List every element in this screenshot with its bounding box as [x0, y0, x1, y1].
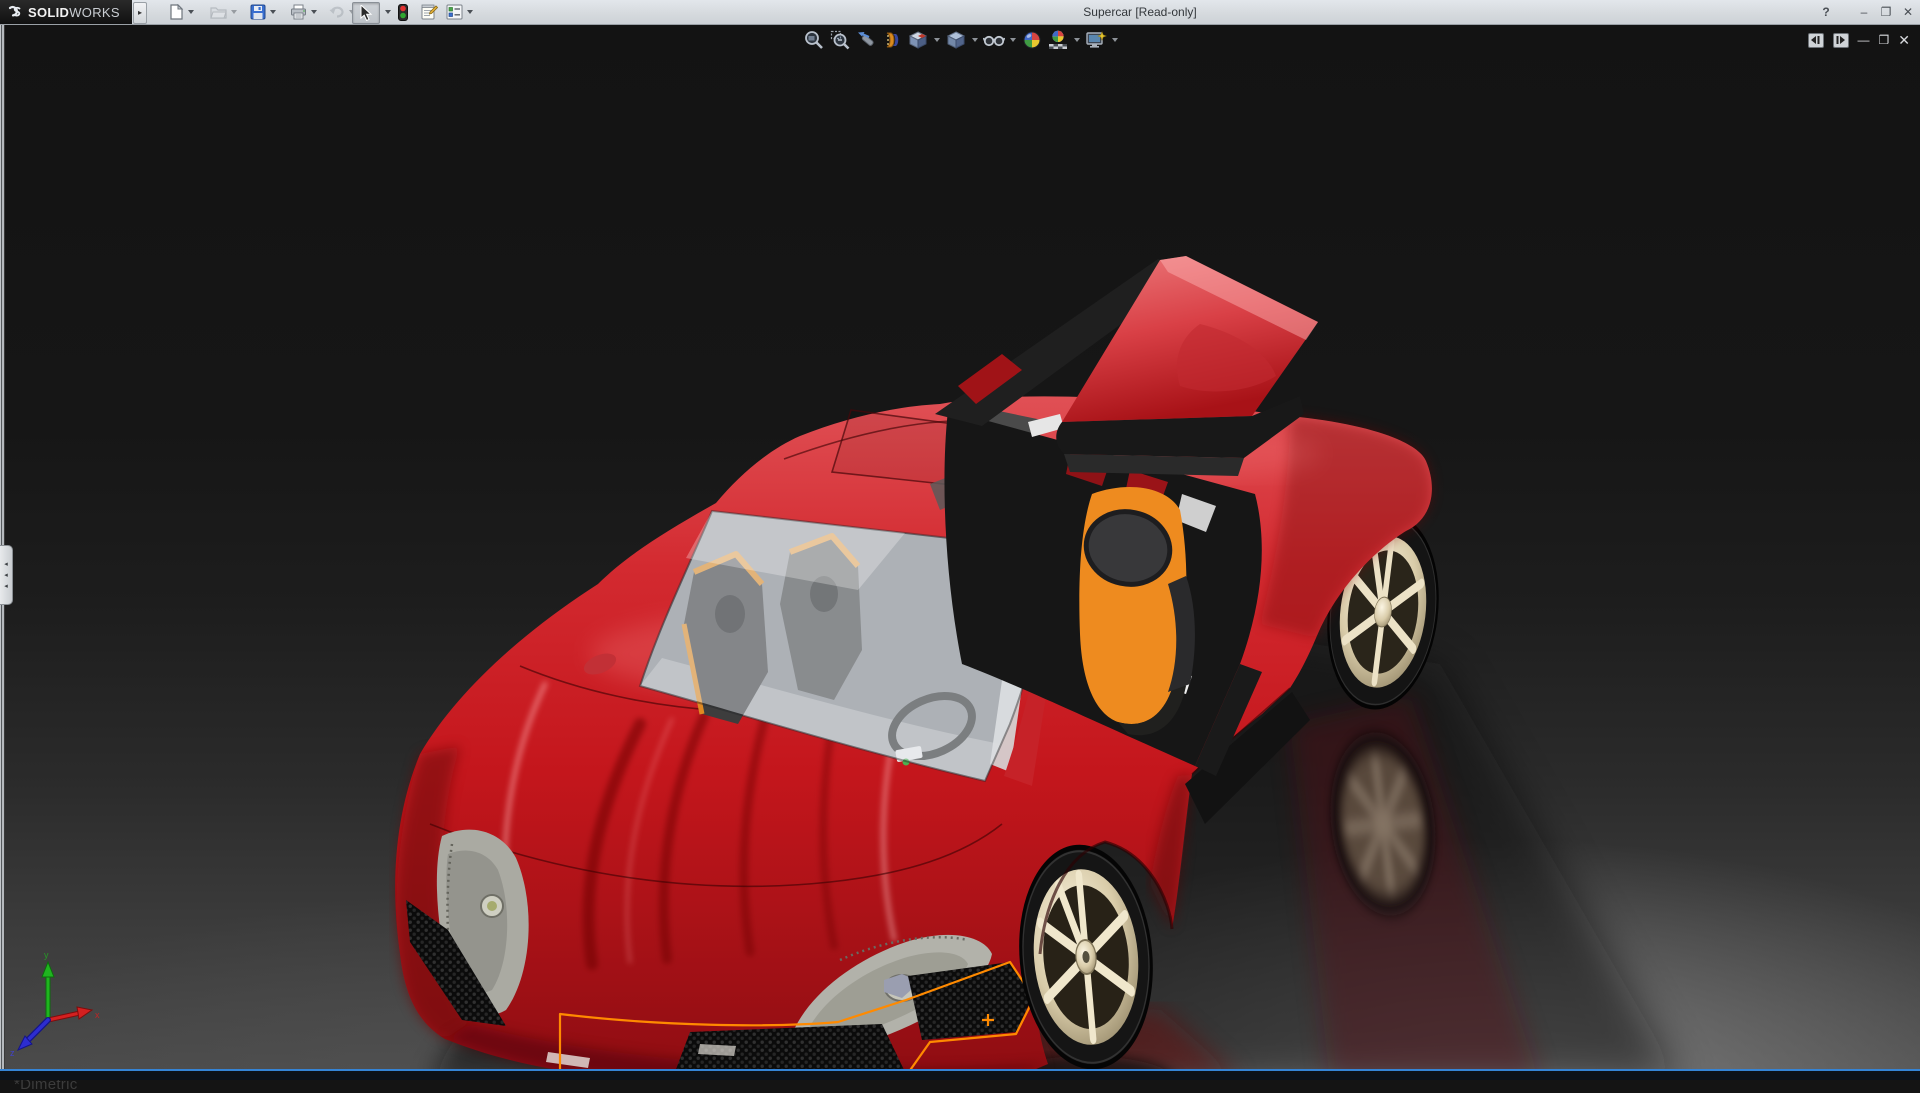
- solidworks-logo: SOLIDWORKS: [0, 0, 132, 24]
- zoom-to-area-icon: [830, 30, 850, 50]
- pane-right-icon: [1836, 36, 1845, 44]
- open-folder-icon: [210, 4, 227, 20]
- undo-button[interactable]: [328, 2, 355, 22]
- file-properties-icon: [420, 4, 438, 20]
- 3ds-logo-icon: [6, 3, 24, 21]
- window-title: Supercar [Read-only]: [1020, 0, 1260, 24]
- svg-text:x: x: [95, 1010, 100, 1020]
- restore-button[interactable]: ❐: [1876, 0, 1896, 24]
- edit-appearance-icon: [1022, 30, 1042, 50]
- svg-text:z: z: [10, 1048, 15, 1058]
- view-orientation-dropdown[interactable]: [932, 28, 942, 52]
- heads-up-view-toolbar: [802, 27, 1120, 53]
- view-orientation-button[interactable]: [906, 28, 930, 52]
- brand-text-solid: SOLID: [28, 5, 69, 20]
- dropdown-arrow-icon[interactable]: [311, 10, 317, 14]
- section-view-icon: [882, 30, 902, 50]
- dropdown-arrow-icon[interactable]: [270, 10, 276, 14]
- select-cursor-icon: [360, 5, 373, 21]
- menu-flyout-button[interactable]: ▸: [133, 2, 147, 24]
- view-settings-icon: [1085, 30, 1107, 50]
- dropdown-arrow-icon[interactable]: [467, 10, 473, 14]
- hide-show-items-dropdown[interactable]: [1008, 28, 1018, 52]
- hide-show-items-icon: [983, 30, 1005, 50]
- section-view-button[interactable]: [880, 28, 904, 52]
- close-button[interactable]: ✕: [1898, 0, 1918, 24]
- previous-view-button[interactable]: [854, 28, 878, 52]
- dropdown-arrow-icon[interactable]: [188, 10, 194, 14]
- open-button[interactable]: [210, 2, 237, 22]
- select-tool-dropdown[interactable]: [381, 2, 391, 22]
- brand-text-works: WORKS: [69, 5, 120, 20]
- previous-view-icon: [856, 30, 876, 50]
- save-button[interactable]: [250, 2, 276, 22]
- apply-scene-icon: [1047, 30, 1069, 50]
- options-button[interactable]: [446, 2, 473, 22]
- apply-scene-dropdown[interactable]: [1072, 28, 1082, 52]
- help-button[interactable]: ?: [1816, 0, 1836, 24]
- rebuild-traffic-light-icon: [398, 4, 408, 21]
- print-button[interactable]: [290, 2, 317, 22]
- pane-left-icon: [1811, 36, 1820, 44]
- doc-close-button[interactable]: ✕: [1898, 31, 1910, 49]
- view-orientation-icon: [908, 30, 928, 50]
- collapse-left-pane-button[interactable]: [1808, 33, 1824, 48]
- display-style-button[interactable]: [944, 28, 968, 52]
- orientation-triad: x y z: [10, 950, 100, 1058]
- doorway-seat: [1079, 487, 1195, 735]
- help-dropdown[interactable]: [1836, 0, 1848, 24]
- edit-appearance-button[interactable]: [1020, 28, 1044, 52]
- svg-text:y: y: [44, 950, 49, 960]
- taskbar-edge: [0, 1069, 1920, 1080]
- zoom-to-fit-icon: [804, 30, 824, 50]
- display-style-icon: [946, 30, 966, 50]
- featuremanager-collapse-tab[interactable]: ◂ ◂ ◂: [0, 545, 13, 605]
- undo-icon: [328, 4, 345, 20]
- display-style-dropdown[interactable]: [970, 28, 980, 52]
- apply-scene-button[interactable]: [1046, 28, 1070, 52]
- options-checklist-icon: [446, 4, 463, 20]
- title-bar: SOLIDWORKS ▸: [0, 0, 1920, 25]
- file-properties-button[interactable]: [420, 2, 438, 22]
- graphics-viewport[interactable]: x y z *Dimetric: [0, 24, 1920, 1080]
- zoom-to-fit-button[interactable]: [802, 28, 826, 52]
- print-icon: [290, 4, 307, 20]
- doc-restore-button[interactable]: ❐: [1879, 31, 1890, 49]
- view-settings-button[interactable]: [1084, 28, 1108, 52]
- collapse-arrow-icon: ◂: [4, 572, 8, 579]
- hide-show-items-button[interactable]: [982, 28, 1006, 52]
- new-document-icon: [168, 4, 184, 20]
- rebuild-button[interactable]: [398, 2, 408, 22]
- select-tool-button[interactable]: [352, 2, 380, 24]
- supercar-3d-model: x y z: [0, 24, 1920, 1080]
- minimize-button[interactable]: –: [1854, 0, 1874, 24]
- dropdown-arrow-icon[interactable]: [385, 10, 391, 14]
- collapse-arrow-icon: ◂: [4, 583, 8, 590]
- collapse-right-pane-button[interactable]: [1833, 33, 1849, 48]
- document-window-controls: — ❐ ✕: [1808, 30, 1911, 50]
- new-document-button[interactable]: [168, 2, 194, 22]
- dropdown-arrow-icon: [231, 10, 237, 14]
- collapse-arrow-icon: ◂: [4, 561, 8, 568]
- zoom-to-area-button[interactable]: [828, 28, 852, 52]
- save-icon: [250, 4, 266, 20]
- doc-minimize-button[interactable]: —: [1858, 31, 1870, 49]
- view-settings-dropdown[interactable]: [1110, 28, 1120, 52]
